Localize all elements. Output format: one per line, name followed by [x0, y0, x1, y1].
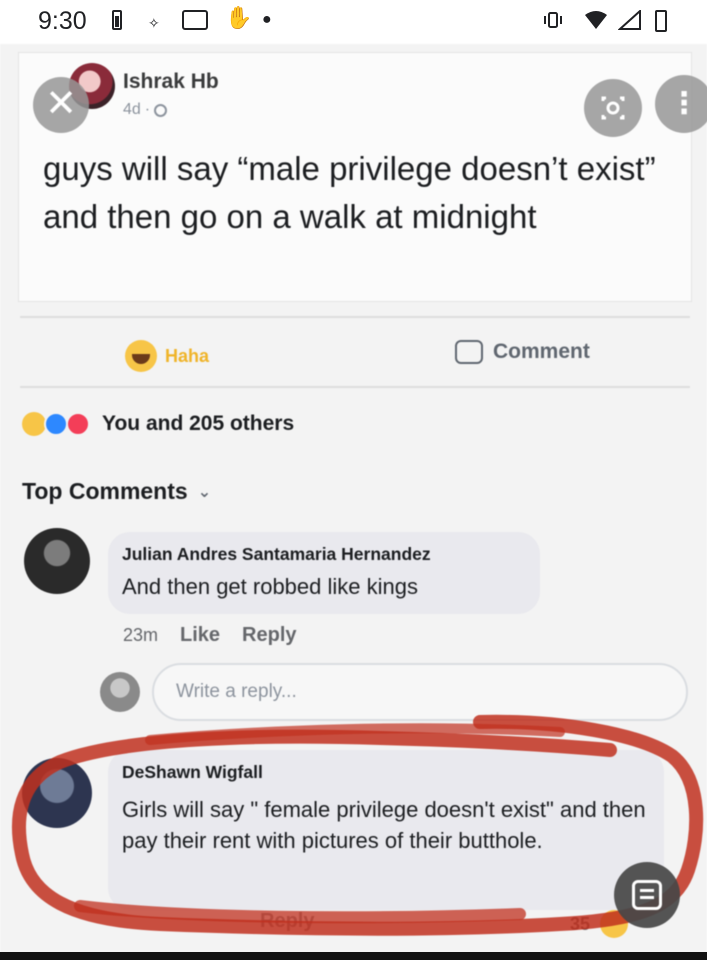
feed-content: ✕ Ishrak Hb 4d · ⋮ guys will say “male p…	[0, 44, 707, 960]
comment-bubble: Julian Andres Santamaria Hernandez And t…	[108, 532, 540, 614]
battery-icon	[655, 10, 667, 32]
chevron-down-icon: ⌄	[197, 483, 212, 501]
commenter-avatar[interactable]	[22, 758, 92, 828]
reaction-summary[interactable]: You and 205 others	[22, 412, 294, 436]
haha-label: Haha	[165, 345, 210, 366]
more-notifications-dot-icon: ●	[262, 11, 272, 28]
wifi-icon	[585, 11, 607, 29]
comment-actions: Reply	[120, 910, 314, 933]
comment-bubble: DeShawn Wigfall Girls will say " female …	[108, 750, 664, 910]
current-user-avatar	[100, 672, 140, 712]
close-icon[interactable]: ✕	[33, 77, 89, 133]
comments-sort-label: Top Comments	[22, 478, 188, 504]
comments-sort-dropdown[interactable]: Top Comments ⌄	[22, 478, 211, 505]
reaction-count-text: You and 205 others	[102, 412, 295, 435]
post-divider	[20, 316, 690, 318]
lens-icon[interactable]	[584, 79, 642, 137]
reply-button[interactable]: Reply	[242, 624, 296, 647]
comment-actions: 23m Like Reply	[123, 624, 297, 647]
haha-emoji-icon	[125, 340, 157, 372]
haha-button[interactable]: Haha	[125, 340, 209, 372]
vibrate-icon	[544, 12, 562, 28]
comment-icon	[455, 340, 483, 364]
lens-fab-icon[interactable]	[614, 862, 680, 928]
love-reaction-icon	[66, 412, 90, 436]
post-meta: 4d ·	[123, 101, 168, 119]
notification-box-icon	[182, 10, 208, 30]
nav-bar	[0, 952, 707, 960]
signal-icon	[618, 10, 641, 30]
comment-text: Girls will say " female privilege doesn'…	[122, 797, 646, 853]
lens-fab-glyph	[632, 880, 662, 910]
like-reaction-icon	[44, 412, 68, 436]
more-icon[interactable]: ⋮	[655, 75, 707, 133]
post-text: guys will say “male privilege doesn’t ex…	[43, 150, 656, 235]
post-card: ✕ Ishrak Hb 4d · ⋮ guys will say “male p…	[18, 52, 707, 302]
comment-author[interactable]: Julian Andres Santamaria Hernandez	[122, 544, 431, 565]
comment-text: And then get robbed like kings	[122, 574, 418, 599]
comment-reaction-count: 35	[570, 914, 591, 934]
comment-button[interactable]: Comment	[455, 340, 590, 364]
post-author[interactable]: Ishrak Hb	[123, 70, 219, 94]
comment-author[interactable]: DeShawn Wigfall	[122, 762, 263, 783]
post-age: 4d	[123, 101, 141, 118]
commenter-avatar[interactable]	[24, 528, 90, 594]
status-time: 9:30	[38, 7, 87, 35]
meta-separator: ·	[144, 101, 151, 118]
sparkle-icon: ✧	[148, 15, 160, 31]
reply-button[interactable]: Reply	[260, 910, 314, 933]
comment-time: 23m	[123, 625, 159, 645]
lens-glyph	[601, 96, 625, 120]
battery-saver-icon	[112, 10, 122, 30]
globe-icon	[154, 103, 168, 117]
status-bar: 9:30 ✧ ✋ ●	[0, 0, 707, 44]
comment-label: Comment	[493, 340, 590, 363]
reply-input[interactable]	[152, 663, 688, 721]
hand-icon: ✋	[225, 5, 253, 30]
like-button[interactable]: Like	[180, 624, 220, 647]
action-divider	[20, 386, 690, 388]
haha-reaction-icon	[22, 412, 46, 436]
